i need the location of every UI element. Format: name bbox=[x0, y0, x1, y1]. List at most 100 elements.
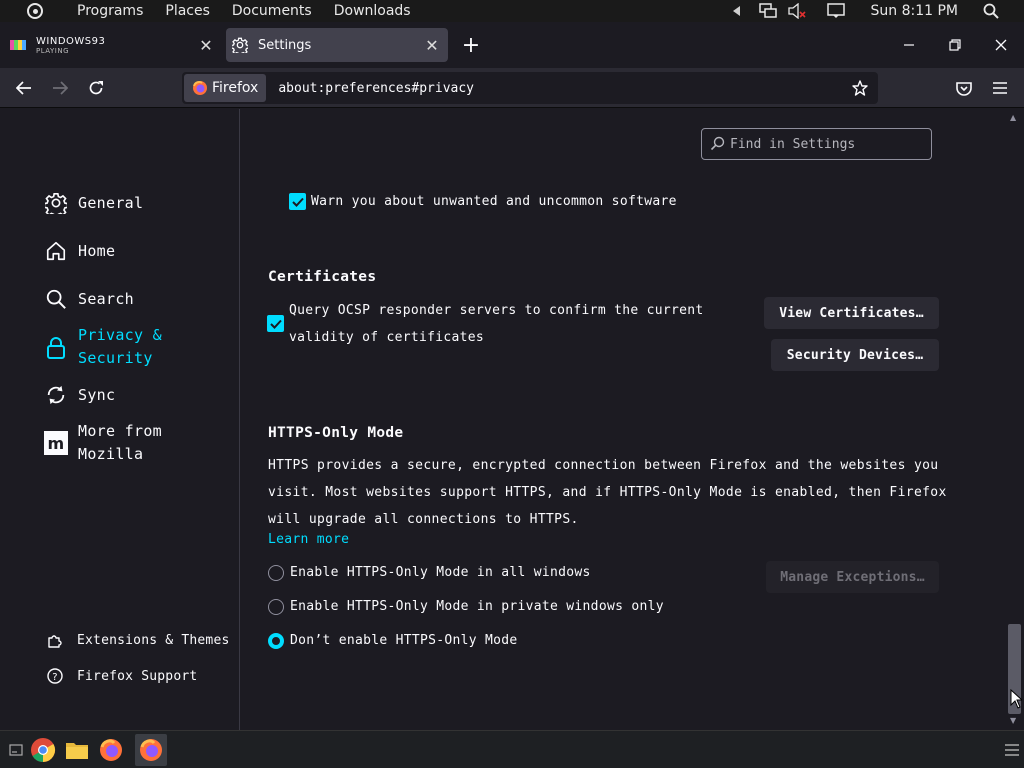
category-label-block: More from Mozilla bbox=[78, 420, 162, 466]
firefox-support-link[interactable]: ? Firefox Support bbox=[46, 667, 197, 685]
extensions-themes-link[interactable]: Extensions & Themes bbox=[46, 631, 230, 649]
tab-bar: WINDOWS93 PLAYING ✕ Settings ✕ + bbox=[0, 22, 1024, 68]
taskbar bbox=[0, 730, 1024, 768]
ocsp-checkbox[interactable] bbox=[267, 315, 284, 332]
find-in-settings-box[interactable] bbox=[701, 128, 932, 160]
certificates-heading: Certificates bbox=[268, 269, 377, 285]
chrome-launcher-icon[interactable] bbox=[27, 734, 59, 766]
category-sync[interactable]: Sync bbox=[44, 383, 115, 407]
find-in-settings-input[interactable] bbox=[730, 136, 930, 152]
checkmark-icon bbox=[291, 197, 304, 207]
identity-box[interactable]: Firefox bbox=[184, 74, 267, 102]
identity-label: Firefox bbox=[212, 80, 259, 96]
category-label-line2: Mozilla bbox=[78, 445, 144, 463]
close-window-button[interactable] bbox=[978, 28, 1024, 62]
https-all-windows-radio[interactable] bbox=[268, 565, 284, 581]
category-label: Home bbox=[78, 241, 116, 260]
system-menu: Programs Places Documents Downloads bbox=[66, 3, 422, 19]
mouse-cursor-icon bbox=[1010, 689, 1022, 709]
category-label: Search bbox=[78, 289, 134, 308]
app-menu-button[interactable] bbox=[984, 72, 1016, 104]
new-tab-button[interactable]: + bbox=[458, 32, 484, 58]
scroll-down-arrow-icon[interactable]: ▼ bbox=[1010, 716, 1016, 725]
https-all-windows-label[interactable]: Enable HTTPS-Only Mode in all windows bbox=[290, 565, 591, 580]
search-icon[interactable] bbox=[980, 0, 1002, 22]
tab-close-button[interactable]: ✕ bbox=[420, 33, 444, 57]
category-more-from-mozilla[interactable]: m More from Mozilla bbox=[44, 420, 162, 466]
scroll-up-arrow-icon[interactable]: ▲ bbox=[1010, 113, 1016, 122]
system-top-bar: Programs Places Documents Downloads Sun … bbox=[0, 0, 1024, 22]
category-privacy-security[interactable]: Privacy & Security bbox=[44, 324, 162, 370]
tab-settings[interactable]: Settings ✕ bbox=[226, 28, 448, 62]
menu-downloads[interactable]: Downloads bbox=[323, 3, 422, 19]
reload-button[interactable] bbox=[80, 72, 112, 104]
tab-playing-label: PLAYING bbox=[36, 46, 70, 55]
windows93-favicon-icon bbox=[10, 37, 26, 53]
taskbar-menu-icon[interactable] bbox=[996, 734, 1024, 766]
puzzle-icon bbox=[46, 631, 64, 649]
category-label-line1: Privacy & bbox=[78, 326, 162, 344]
tab-title: WINDOWS93 bbox=[36, 35, 106, 47]
menu-places[interactable]: Places bbox=[154, 3, 221, 19]
https-dont-enable-label[interactable]: Don’t enable HTTPS-Only Mode bbox=[290, 633, 518, 648]
tray-arrow-icon[interactable] bbox=[725, 0, 749, 22]
activities-button[interactable] bbox=[24, 0, 46, 22]
category-search[interactable]: Search bbox=[44, 287, 134, 311]
ocsp-label-line1[interactable]: Query OCSP responder servers to confirm … bbox=[289, 303, 703, 318]
extensions-themes-label: Extensions & Themes bbox=[77, 632, 230, 648]
volume-muted-icon[interactable] bbox=[785, 0, 809, 22]
files-launcher-icon[interactable] bbox=[61, 734, 93, 766]
url-text[interactable]: about:preferences#privacy bbox=[278, 81, 846, 96]
category-label-block: Privacy & Security bbox=[78, 324, 162, 370]
https-private-windows-radio[interactable] bbox=[268, 599, 284, 615]
system-tray: Sun 8:11 PM bbox=[725, 0, 1024, 22]
view-certificates-button[interactable]: View Certificates… bbox=[764, 297, 939, 329]
firefox-icon bbox=[193, 81, 207, 95]
menu-documents[interactable]: Documents bbox=[221, 3, 323, 19]
ocsp-label-line2[interactable]: validity of certificates bbox=[289, 330, 484, 345]
https-only-description: HTTPS provides a secure, encrypted conne… bbox=[268, 458, 947, 527]
minimize-button[interactable] bbox=[886, 28, 932, 62]
circle-menu-icon bbox=[27, 3, 43, 19]
pocket-icon[interactable] bbox=[948, 72, 980, 104]
settings-sidebar: General Home Search Privacy & Security S… bbox=[0, 109, 240, 730]
home-icon bbox=[44, 239, 68, 263]
firefox-support-label: Firefox Support bbox=[77, 668, 198, 684]
restore-button[interactable] bbox=[932, 28, 978, 62]
category-label-line2: Security bbox=[78, 349, 153, 367]
firefox-launcher-icon[interactable] bbox=[95, 734, 127, 766]
https-only-heading: HTTPS-Only Mode bbox=[268, 425, 404, 441]
category-home[interactable]: Home bbox=[44, 239, 115, 263]
tab-windows93[interactable]: WINDOWS93 PLAYING ✕ bbox=[4, 28, 222, 62]
notification-icon[interactable] bbox=[821, 0, 851, 22]
tab-title: Settings bbox=[258, 37, 312, 53]
bookmark-star-icon[interactable] bbox=[846, 74, 874, 102]
content-scrollbar[interactable]: ▲ ▼ bbox=[1005, 109, 1024, 730]
tab-title-area: WINDOWS93 PLAYING bbox=[36, 36, 194, 55]
forward-button[interactable] bbox=[44, 72, 76, 104]
https-dont-enable-radio[interactable] bbox=[268, 633, 284, 649]
help-icon: ? bbox=[46, 667, 64, 685]
warn-unwanted-checkbox[interactable] bbox=[289, 193, 306, 210]
firefox-running-window-icon[interactable] bbox=[135, 734, 167, 766]
svg-text:?: ? bbox=[52, 672, 58, 683]
url-bar[interactable]: Firefox about:preferences#privacy bbox=[182, 72, 878, 104]
search-icon bbox=[710, 136, 725, 151]
manage-exceptions-button[interactable]: Manage Exceptions… bbox=[766, 561, 939, 593]
svg-text:m: m bbox=[48, 434, 65, 453]
security-devices-button[interactable]: Security Devices… bbox=[771, 339, 939, 371]
clock[interactable]: Sun 8:11 PM bbox=[871, 3, 959, 19]
navigation-toolbar: Firefox about:preferences#privacy bbox=[0, 68, 1024, 108]
menu-programs[interactable]: Programs bbox=[66, 3, 154, 19]
search-icon bbox=[44, 287, 68, 311]
category-general[interactable]: General bbox=[44, 191, 143, 215]
settings-content: Warn you about unwanted and uncommon sof… bbox=[241, 109, 1005, 730]
mozilla-m-icon: m bbox=[44, 431, 68, 455]
learn-more-link[interactable]: Learn more bbox=[268, 532, 349, 547]
https-private-windows-label[interactable]: Enable HTTPS-Only Mode in private window… bbox=[290, 599, 664, 614]
warn-unwanted-label[interactable]: Warn you about unwanted and uncommon sof… bbox=[311, 194, 677, 209]
tab-close-button[interactable]: ✕ bbox=[194, 33, 218, 57]
category-label: General bbox=[78, 193, 144, 212]
network-icon[interactable] bbox=[751, 0, 785, 22]
back-button[interactable] bbox=[8, 72, 40, 104]
